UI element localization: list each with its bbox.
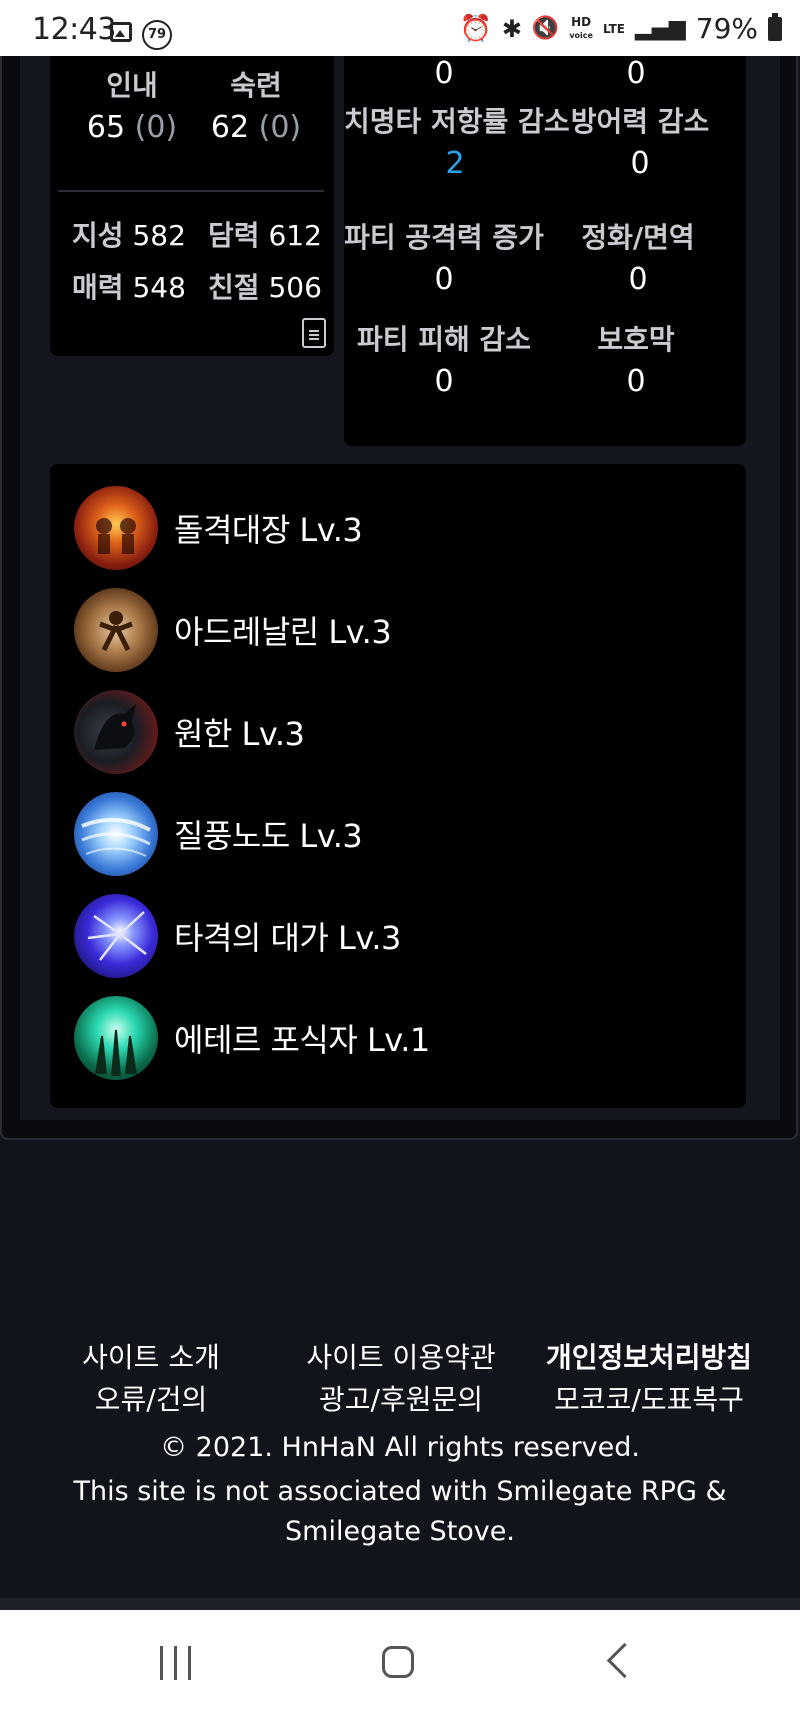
signal-icon: ▂▄▆ xyxy=(635,16,686,41)
document-icon[interactable] xyxy=(302,318,326,348)
status-time: 12:43 xyxy=(32,12,116,47)
footer-link-ads-sponsor[interactable]: 광고/후원문의 xyxy=(286,1378,516,1418)
combat-item-party-attack-increase: 파티 공격력 증가 0 xyxy=(344,221,544,297)
combat-item-defense-reduction: 방어력 감소 0 xyxy=(570,105,710,181)
character-panel-inner: 인내 65 (0) 숙련 62 (0) 지성 582 담력 612 매력 548… xyxy=(20,56,780,1120)
stat-value: 65 (0) xyxy=(86,110,178,145)
footer-link-terms[interactable]: 사이트 이용약관 xyxy=(286,1336,516,1376)
tendency-intellect: 지성 582 xyxy=(72,219,186,252)
hd-voice-icon: HD voice xyxy=(569,14,593,40)
engraving-row[interactable]: 원한 Lv.3 xyxy=(74,690,305,774)
bluetooth-icon: ✱ xyxy=(501,14,522,43)
tendency-kindness: 친절 506 xyxy=(208,271,322,304)
divider xyxy=(58,190,324,192)
ether-predator-icon xyxy=(74,996,158,1080)
grudge-icon xyxy=(74,690,158,774)
engraving-name: 질풍노도 Lv.3 xyxy=(174,817,363,855)
battery-icon xyxy=(768,12,782,41)
status-bar: 12:43 79 ⏰ ✱ 🔇 HD voice LTE ▂▄▆ 79% xyxy=(0,0,800,56)
raging-wind-icon xyxy=(74,792,158,876)
combat-item-shield: 보호막 0 xyxy=(597,323,675,399)
combat-top-value: 0 xyxy=(434,56,454,91)
tendency-courage: 담력 612 xyxy=(208,219,322,252)
engraving-row[interactable]: 돌격대장 Lv.3 xyxy=(74,486,363,570)
engraving-row[interactable]: 타격의 대가 Lv.3 xyxy=(74,894,401,978)
alarm-icon: ⏰ xyxy=(459,13,492,44)
basic-stats-card: 인내 65 (0) 숙련 62 (0) 지성 582 담력 612 매력 548… xyxy=(50,56,334,356)
home-icon[interactable] xyxy=(370,1638,430,1688)
battery-percent: 79% xyxy=(695,12,758,45)
mute-icon: 🔇 xyxy=(531,16,560,41)
footer-link-privacy-policy[interactable]: 개인정보처리방침 xyxy=(534,1336,764,1376)
status-icons: ⏰ ✱ 🔇 HD voice LTE ▂▄▆ 79% xyxy=(459,12,782,45)
engraving-row[interactable]: 아드레날린 Lv.3 xyxy=(74,588,392,672)
engraving-name: 원한 Lv.3 xyxy=(174,715,305,753)
combat-effects-card: 0 0 치명타 저항률 감소 2 방어력 감소 0 파티 공격력 증가 0 정화… xyxy=(344,56,746,446)
footer-link-mokoko-restore[interactable]: 모코코/도표복구 xyxy=(534,1378,764,1418)
footer-link-site-intro[interactable]: 사이트 소개 xyxy=(36,1336,266,1376)
tendency-charisma: 매력 548 xyxy=(72,271,186,304)
nav-separator xyxy=(0,1598,800,1610)
charge-leader-icon xyxy=(74,486,158,570)
combat-top-value: 0 xyxy=(626,56,646,91)
notification-count-badge: 79 xyxy=(142,20,172,50)
stat-endurance: 인내 65 (0) xyxy=(72,64,192,145)
engravings-card: 돌격대장 Lv.3 아드레날린 Lv.3 원한 Lv.3 질풍노도 Lv.3 타… xyxy=(50,464,746,1108)
combat-item-cleanse-immunity: 정화/면역 0 xyxy=(581,221,695,297)
back-icon[interactable] xyxy=(594,1638,654,1688)
combat-item-crit-resist-reduction: 치명타 저항률 감소 2 xyxy=(344,105,570,181)
recent-apps-icon[interactable] xyxy=(146,1638,206,1688)
gallery-icon xyxy=(110,22,132,42)
engraving-row[interactable]: 에테르 포식자 Lv.1 xyxy=(74,996,430,1080)
stat-expertise: 숙련 62 (0) xyxy=(196,64,316,145)
master-of-strikes-icon xyxy=(74,894,158,978)
footer-link-error-report[interactable]: 오류/건의 xyxy=(36,1378,266,1418)
stat-value: 62 (0) xyxy=(210,110,302,145)
lte-icon: LTE xyxy=(602,21,625,36)
disclaimer-notice: This site is not associated with Smilega… xyxy=(73,1476,727,1547)
copyright: © 2021. HnHaN All rights reserved. xyxy=(160,1432,640,1463)
adrenaline-icon xyxy=(74,588,158,672)
combat-item-party-damage-reduction: 파티 피해 감소 0 xyxy=(356,323,532,399)
navigation-bar xyxy=(0,1610,800,1716)
engraving-name: 아드레날린 Lv.3 xyxy=(174,613,392,651)
engraving-name: 에테르 포식자 Lv.1 xyxy=(174,1021,430,1059)
stat-label: 숙련 xyxy=(230,69,282,102)
stat-label: 인내 xyxy=(106,69,158,102)
engraving-name: 타격의 대가 Lv.3 xyxy=(174,919,401,957)
engraving-name: 돌격대장 Lv.3 xyxy=(174,511,363,549)
character-panel: 인내 65 (0) 숙련 62 (0) 지성 582 담력 612 매력 548… xyxy=(0,56,798,1140)
engraving-row[interactable]: 질풍노도 Lv.3 xyxy=(74,792,363,876)
